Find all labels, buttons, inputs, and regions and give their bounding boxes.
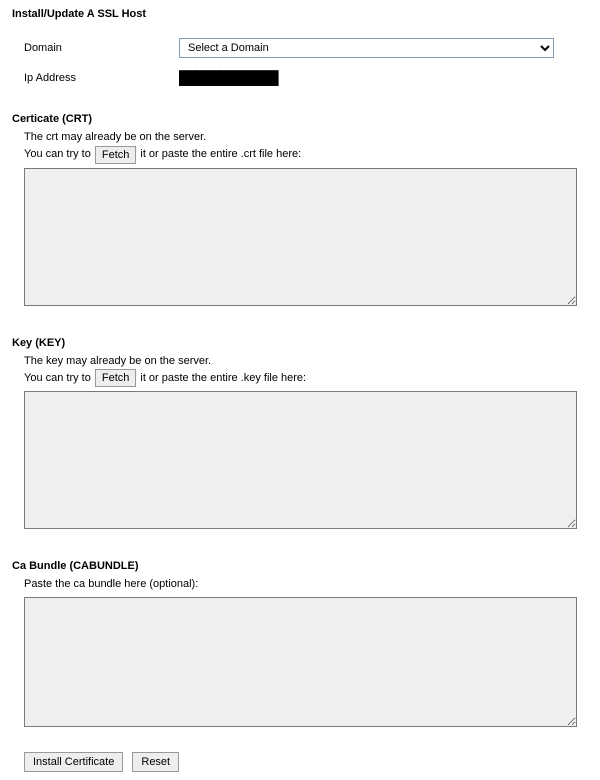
key-helper: The key may already be on the server. Yo… (12, 353, 588, 388)
ip-row: Ip Address ████████████ (12, 70, 588, 85)
key-help-line1: The key may already be on the server. (24, 353, 588, 370)
domain-label: Domain (24, 42, 179, 54)
cabundle-helper: Paste the ca bundle here (optional): (12, 576, 588, 593)
ip-label: Ip Address (24, 72, 179, 84)
ip-value: ████████████ (179, 70, 278, 85)
key-heading: Key (KEY) (12, 337, 588, 349)
domain-row: Domain Select a Domain (12, 38, 588, 58)
reset-button[interactable]: Reset (132, 752, 179, 772)
crt-fetch-button[interactable]: Fetch (95, 146, 137, 164)
crt-help-pre: You can try to (24, 146, 91, 163)
crt-textarea[interactable] (24, 168, 577, 306)
cabundle-help-line1: Paste the ca bundle here (optional): (24, 576, 588, 593)
crt-helper: The crt may already be on the server. Yo… (12, 129, 588, 164)
crt-help-line2: You can try to Fetch it or paste the ent… (24, 146, 588, 164)
key-textarea[interactable] (24, 391, 577, 529)
cabundle-heading: Ca Bundle (CABUNDLE) (12, 560, 588, 572)
action-row: Install Certificate Reset (12, 752, 588, 772)
crt-heading: Certicate (CRT) (12, 113, 588, 125)
key-fetch-button[interactable]: Fetch (95, 369, 137, 387)
key-help-pre: You can try to (24, 370, 91, 387)
key-help-post: it or paste the entire .key file here: (140, 370, 306, 387)
page-title: Install/Update A SSL Host (12, 8, 588, 20)
install-certificate-button[interactable]: Install Certificate (24, 752, 123, 772)
key-help-line2: You can try to Fetch it or paste the ent… (24, 369, 588, 387)
crt-help-post: it or paste the entire .crt file here: (140, 146, 301, 163)
crt-help-line1: The crt may already be on the server. (24, 129, 588, 146)
cabundle-textarea[interactable] (24, 597, 577, 727)
domain-select[interactable]: Select a Domain (179, 38, 554, 58)
